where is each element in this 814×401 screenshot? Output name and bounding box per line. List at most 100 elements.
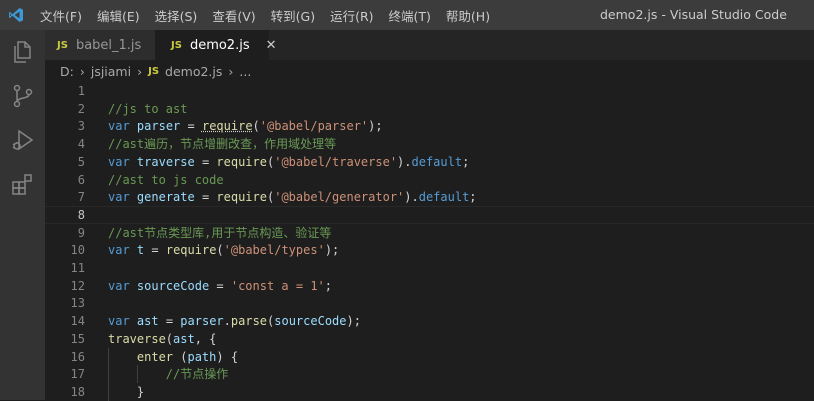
code-line[interactable]: 6 //ast to js code	[45, 171, 814, 189]
source-control-icon[interactable]	[10, 83, 36, 109]
code-token: var	[108, 155, 130, 169]
menu-item[interactable]: 转到(G)	[271, 6, 315, 25]
code-line[interactable]: 1	[45, 82, 814, 100]
line-number: 16	[45, 348, 85, 366]
code-text: }	[108, 383, 144, 401]
code-token	[130, 279, 137, 293]
code-line[interactable]: 11	[45, 259, 814, 277]
code-line[interactable]: 5 var traverse = require('@babel/traverse…	[45, 153, 814, 171]
code-line[interactable]: 10 var t = require('@babel/types');	[45, 241, 814, 259]
code-line[interactable]: 18 }	[45, 383, 814, 401]
code-line[interactable]: 12 var sourceCode = 'const a = 1';	[45, 277, 814, 295]
indent-guide	[137, 365, 138, 383]
code-token: default	[412, 155, 463, 169]
code-line[interactable]: 14 var ast = parser.parse(sourceCode);	[45, 312, 814, 330]
code-token	[130, 314, 137, 328]
code-token: (	[253, 119, 260, 133]
code-line[interactable]: 9 //ast节点类型库,用于节点构造、验证等	[45, 224, 814, 242]
code-text: var t = require('@babel/types');	[108, 241, 339, 259]
tab-demo2-js[interactable]: JS demo2.js ✕	[155, 30, 269, 60]
code-token: (	[173, 350, 187, 364]
code-token: require	[166, 243, 217, 257]
vscode-logo-icon	[8, 7, 24, 23]
chevron-right-icon: ›	[137, 64, 142, 79]
code-token: ;	[462, 155, 469, 169]
code-token: generate	[137, 190, 195, 204]
code-line[interactable]: 15 traverse(ast, {	[45, 330, 814, 348]
code-token: traverse	[137, 155, 195, 169]
line-number: 6	[45, 171, 85, 189]
line-number: 17	[45, 365, 85, 383]
explorer-icon[interactable]	[10, 39, 36, 65]
line-number: 13	[45, 294, 85, 312]
code-token: //ast节点类型库,用于节点构造、验证等	[108, 226, 331, 240]
code-token: =	[144, 243, 166, 257]
code-token: 'const a = 1'	[231, 279, 325, 293]
line-number: 15	[45, 330, 85, 348]
code-token: );	[325, 243, 339, 257]
code-token: , {	[195, 332, 217, 346]
code-line[interactable]: 16 enter (path) {	[45, 348, 814, 366]
menu-item[interactable]: 编辑(E)	[97, 6, 140, 25]
code-text: enter (path) {	[108, 348, 238, 366]
line-number: 8	[45, 207, 85, 223]
code-text: var parser = require('@babel/parser');	[108, 117, 383, 135]
code-token: enter	[137, 350, 173, 364]
code-token: '@babel/generator'	[274, 190, 404, 204]
code-token: ).	[397, 155, 411, 169]
menu-item[interactable]: 帮助(H)	[446, 6, 490, 25]
menu-item[interactable]: 文件(F)	[40, 6, 82, 25]
line-number: 9	[45, 224, 85, 242]
code-token: parser	[137, 119, 180, 133]
code-text: var traverse = require('@babel/traverse'…	[108, 153, 469, 171]
breadcrumb-drive[interactable]: D:	[60, 64, 74, 79]
code-line[interactable]: 4 //ast遍历，节点增删改查，作用域处理等	[45, 135, 814, 153]
tab-babel-1-js[interactable]: JS babel_1.js	[45, 30, 155, 60]
run-debug-icon[interactable]	[10, 127, 36, 153]
line-number: 4	[45, 135, 85, 153]
menu-item[interactable]: 查看(V)	[212, 6, 255, 25]
window-title: demo2.js - Visual Studio Code	[600, 0, 787, 30]
code-line[interactable]: 3 var parser = require('@babel/parser');	[45, 117, 814, 135]
extensions-icon[interactable]	[10, 171, 36, 197]
breadcrumb-file[interactable]: demo2.js	[165, 64, 222, 79]
menu-item[interactable]: 终端(T)	[389, 6, 431, 25]
breadcrumb: D: › jsjiami › JS demo2.js › ...	[45, 60, 814, 82]
menu-item[interactable]: 运行(R)	[330, 6, 373, 25]
js-file-icon: JS	[148, 66, 159, 77]
code-token: parser	[180, 314, 223, 328]
code-token: ast	[173, 332, 195, 346]
code-token	[130, 155, 137, 169]
tab-bar: JS babel_1.js JS demo2.js ✕	[45, 30, 814, 60]
line-number: 3	[45, 117, 85, 135]
code-token: sourceCode	[137, 279, 209, 293]
code-token: ).	[404, 190, 418, 204]
tab-label: demo2.js	[190, 38, 250, 53]
code-token: var	[108, 279, 130, 293]
breadcrumb-folder[interactable]: jsjiami	[91, 64, 131, 79]
line-number: 12	[45, 277, 85, 295]
code-token: (	[166, 332, 173, 346]
code-line[interactable]: 17 //节点操作	[45, 365, 814, 383]
code-token: =	[159, 314, 181, 328]
code-token: (	[216, 243, 223, 257]
code-token: =	[195, 190, 217, 204]
code-line[interactable]: 2 //js to ast	[45, 100, 814, 118]
code-token: parse	[231, 314, 267, 328]
breadcrumb-more[interactable]: ...	[239, 64, 251, 79]
code-editor[interactable]: 1 2//js to ast 3 var parser = require('@bab…	[45, 82, 814, 400]
code-token: }	[108, 385, 144, 399]
code-line[interactable]: 13	[45, 294, 814, 312]
code-token: require	[216, 155, 267, 169]
line-number: 5	[45, 153, 85, 171]
code-token: ;	[325, 279, 332, 293]
code-line[interactable]: 7 var generate = require('@babel/generato…	[45, 188, 814, 206]
code-line[interactable]: 8	[45, 206, 814, 224]
code-text: //ast节点类型库,用于节点构造、验证等	[108, 224, 331, 242]
menu-item[interactable]: 选择(S)	[155, 6, 198, 25]
chevron-right-icon: ›	[80, 64, 85, 79]
tab-label: babel_1.js	[76, 38, 141, 53]
line-number: 7	[45, 188, 85, 206]
menu-bar: 文件(F) 编辑(E) 选择(S) 查看(V) 转到(G) 运行(R) 终端(T) 帮助(H)	[40, 0, 505, 30]
close-icon[interactable]: ✕	[266, 38, 277, 53]
